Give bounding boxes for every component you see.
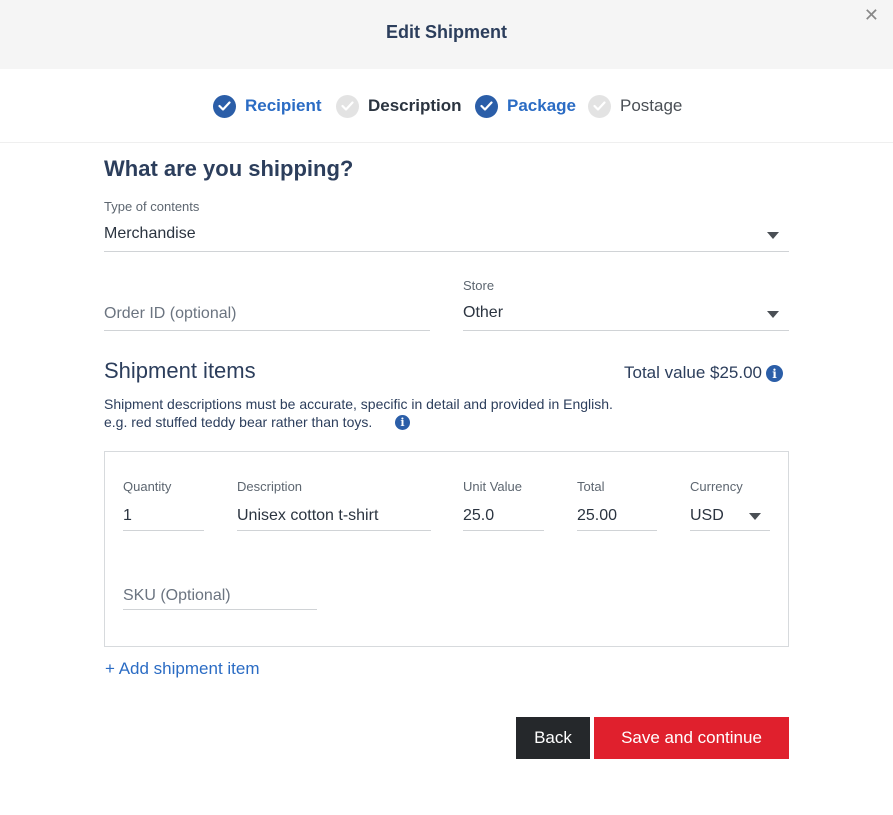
currency-select[interactable]: USD: [690, 502, 770, 531]
step-postage[interactable]: Postage: [588, 93, 682, 119]
contents-type-label: Type of contents: [104, 199, 200, 214]
order-id-placeholder: Order ID (optional): [104, 305, 237, 322]
stepper: Recipient Description Package Postage: [0, 93, 893, 119]
shipment-item-card: Quantity 1 Description Unisex cotton t-s…: [104, 451, 789, 647]
step-label-description: Description: [368, 96, 462, 115]
description-value: Unisex cotton t-shirt: [237, 507, 379, 524]
back-button[interactable]: Back: [516, 717, 590, 759]
check-icon: [213, 94, 236, 118]
check-icon: [588, 94, 611, 118]
quantity-label: Quantity: [123, 479, 172, 494]
order-id-input[interactable]: Order ID (optional): [104, 300, 430, 331]
step-package[interactable]: Package: [475, 93, 576, 119]
field-underline: [123, 609, 317, 610]
store-label: Store: [463, 278, 495, 293]
store-value: Other: [463, 304, 504, 321]
sku-input[interactable]: SKU (Optional): [123, 582, 317, 610]
field-underline: [577, 530, 657, 531]
step-recipient[interactable]: Recipient: [213, 93, 322, 119]
shipment-items-title: Shipment items: [104, 358, 256, 383]
description-input[interactable]: Unisex cotton t-shirt: [237, 502, 431, 531]
save-and-continue-button[interactable]: Save and continue: [594, 717, 789, 759]
unit-value-label: Unit Value: [463, 479, 523, 494]
divider: [0, 142, 893, 143]
field-underline: [123, 530, 204, 531]
field-underline: [104, 251, 789, 252]
modal-title: Edit Shipment: [386, 22, 507, 42]
field-underline: [690, 530, 770, 531]
field-underline: [463, 330, 789, 331]
info-icon[interactable]: i: [766, 365, 783, 382]
total-amount-value: 25.00: [577, 507, 618, 524]
add-shipment-item-link[interactable]: + Add shipment item: [105, 659, 260, 679]
total-value: Total value $25.00: [624, 363, 762, 382]
section-title: What are you shipping?: [104, 156, 354, 181]
field-underline: [104, 330, 430, 331]
quantity-input[interactable]: 1: [123, 502, 204, 531]
total-input[interactable]: 25.00: [577, 502, 657, 531]
step-label-package: Package: [507, 96, 576, 115]
total-label: Total: [577, 479, 605, 494]
help-example: e.g. red stuffed teddy bear rather than …: [104, 414, 373, 430]
store-select[interactable]: Other: [463, 299, 789, 331]
chevron-down-icon: [749, 513, 761, 520]
field-underline: [463, 530, 544, 531]
chevron-down-icon: [767, 232, 779, 239]
description-label: Description: [237, 479, 303, 494]
chevron-down-icon: [767, 311, 779, 318]
step-label-postage: Postage: [620, 96, 683, 115]
help-text: Shipment descriptions must be accurate, …: [104, 396, 613, 412]
info-icon[interactable]: i: [395, 415, 410, 430]
contents-type-value: Merchandise: [104, 225, 196, 242]
sku-placeholder: SKU (Optional): [123, 587, 231, 604]
unit-value-input[interactable]: 25.0: [463, 502, 544, 531]
field-underline: [237, 530, 431, 531]
currency-value: USD: [690, 507, 724, 524]
check-icon: [475, 94, 498, 118]
step-label-recipient: Recipient: [245, 96, 322, 115]
modal-header: Edit Shipment ✕: [0, 0, 893, 69]
close-icon[interactable]: ✕: [864, 6, 879, 24]
unit-value-value: 25.0: [463, 507, 495, 524]
contents-type-select[interactable]: Merchandise: [104, 220, 789, 252]
step-description[interactable]: Description: [336, 93, 462, 119]
check-icon: [336, 94, 359, 118]
quantity-value: 1: [123, 507, 132, 524]
currency-label: Currency: [690, 479, 743, 494]
